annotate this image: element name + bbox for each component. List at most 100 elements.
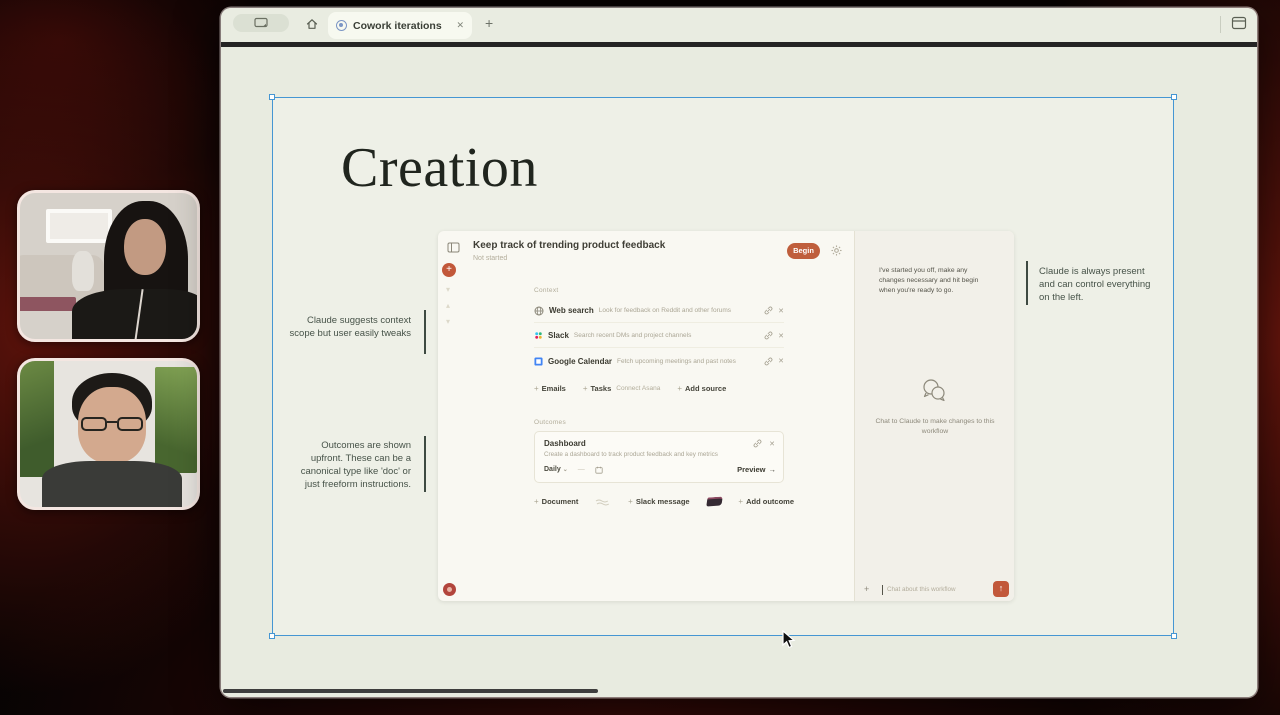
outcome-desc: Create a dashboard to track product feed… [544, 451, 776, 458]
new-tab-button[interactable]: + [485, 15, 493, 31]
tab-close-icon[interactable]: ✕ [456, 20, 464, 31]
text-caret [882, 585, 883, 595]
selection-handle[interactable] [269, 94, 275, 100]
plus-icon: + [583, 384, 588, 393]
remove-icon[interactable]: ✕ [769, 440, 775, 448]
participant-video-2[interactable] [17, 358, 200, 510]
frequency-dropdown[interactable]: Daily ⌄ [544, 466, 568, 473]
remove-icon[interactable]: ✕ [778, 307, 784, 315]
panel-toggle-button[interactable] [1231, 16, 1247, 30]
link-icon[interactable] [753, 439, 762, 448]
ghost-step-icon: ▾ [446, 317, 450, 326]
add-outcome-button[interactable]: + Add outcome [738, 497, 794, 506]
painting-right [155, 367, 197, 473]
selection-handle[interactable] [269, 633, 275, 639]
glasses [80, 417, 144, 432]
screenshare-icon [254, 17, 269, 29]
claude-avatar[interactable] [443, 583, 456, 596]
window-panel-icon [1231, 16, 1247, 30]
context-row-slack[interactable]: Slack Search recent DMs and project chan… [534, 324, 784, 348]
add-step-button[interactable]: + [442, 263, 456, 277]
selection-handle[interactable] [1171, 94, 1177, 100]
add-slack-message-button[interactable]: + Slack message [628, 497, 689, 506]
person-2-body [42, 461, 182, 510]
globe-icon [534, 306, 544, 316]
slide-frame[interactable]: Creation Claude suggests context scope b… [272, 97, 1174, 636]
add-emails-button[interactable]: + Emails [534, 384, 566, 393]
attach-plus-icon[interactable]: + [864, 584, 869, 594]
workflow-status: Not started [473, 255, 507, 262]
calendar-icon[interactable] [595, 466, 603, 474]
dash-icon: — [578, 466, 585, 473]
google-calendar-icon [534, 357, 543, 366]
context-row-google-calendar[interactable]: Google Calendar Fetch upcoming meetings … [534, 349, 784, 373]
arrow-right-icon: → [769, 465, 777, 474]
connect-asana-hint: Connect Asana [616, 385, 660, 392]
slack-icon [534, 331, 543, 340]
remove-icon[interactable]: ✕ [778, 332, 784, 340]
sidebar-toggle-icon[interactable] [447, 242, 460, 253]
annotation-line [424, 310, 426, 354]
design-canvas[interactable]: Creation Claude suggests context scope b… [221, 47, 1257, 697]
home-button[interactable] [303, 15, 321, 33]
shelf [17, 297, 76, 311]
link-icon[interactable] [764, 306, 773, 315]
source-name: Google Calendar [548, 357, 612, 366]
add-document-button[interactable]: + Document [534, 497, 578, 506]
toolbar-divider [1220, 16, 1221, 33]
source-desc: Search recent DMs and project channels [574, 332, 759, 339]
add-tasks-button[interactable]: + Tasks Connect Asana [583, 384, 660, 393]
settings-gear-icon[interactable] [831, 245, 842, 256]
outcomes-add-row: + Document + Slack message [534, 497, 794, 506]
annotation-claude: Claude is always present and can control… [1039, 265, 1151, 304]
source-desc: Fetch upcoming meetings and past notes [617, 358, 759, 365]
workflow-title: Keep track of trending product feedback [473, 240, 665, 251]
horizontal-scrollbar[interactable] [223, 689, 598, 693]
add-source-button[interactable]: + Add source [677, 384, 726, 393]
source-name: Web search [549, 306, 594, 315]
plus-icon: + [738, 497, 743, 506]
chat-input-row: + ↑ [855, 581, 1015, 599]
annotation-outcomes: Outcomes are shown upfront. These can be… [287, 439, 411, 491]
person-1-face [124, 219, 166, 275]
browser-toolbar: Cowork iterations ✕ + [221, 8, 1257, 42]
link-icon[interactable] [764, 357, 773, 366]
assistant-message: I've started you off, make any changes n… [879, 266, 985, 297]
annotation-line [424, 436, 426, 492]
video-call-window: Cowork iterations ✕ + Creation Cla [0, 0, 1280, 715]
remove-icon[interactable]: ✕ [778, 357, 784, 365]
annotation-context: Claude suggests context scope but user e… [289, 314, 411, 340]
context-heading: Context [534, 287, 559, 294]
context-row-web-search[interactable]: Web search Look for feedback on Reddit a… [534, 299, 784, 323]
painting-left [20, 361, 54, 477]
preview-button[interactable]: Preview → [737, 465, 776, 474]
plus-icon: + [534, 384, 539, 393]
claude-assistant-panel: I've started you off, make any changes n… [854, 231, 1014, 601]
outcome-dashboard-card[interactable]: Dashboard ✕ Create a dashboard to track … [534, 431, 784, 483]
statue [72, 251, 94, 291]
participant-video-1[interactable] [17, 190, 200, 342]
chevron-down-icon: ⌄ [563, 466, 568, 473]
source-name: Slack [548, 331, 569, 340]
link-icon[interactable] [764, 331, 773, 340]
ghost-step-icon: ▾ [446, 285, 450, 294]
outcome-title: Dashboard [544, 439, 586, 448]
chat-input[interactable] [885, 582, 985, 597]
collaborator-cursor [706, 496, 722, 506]
tab-cowork-iterations[interactable]: Cowork iterations ✕ [328, 12, 472, 39]
workflow-card: + ▾ ▴ ▾ Keep track of trending product f… [438, 231, 1014, 601]
slide-title: Creation [341, 136, 538, 200]
send-button[interactable]: ↑ [993, 581, 1009, 597]
assistant-empty-state: Chat to Claude to make changes to this w… [875, 417, 995, 437]
screenshare-button[interactable] [233, 14, 289, 32]
begin-button[interactable]: Begin [787, 243, 820, 259]
mouse-cursor [781, 630, 796, 650]
selection-handle[interactable] [1171, 633, 1177, 639]
scribble-icon [595, 498, 611, 506]
tab-title: Cowork iterations [353, 20, 450, 32]
annotation-line [1026, 261, 1028, 305]
home-icon [305, 17, 319, 31]
chat-bubbles-icon [919, 377, 949, 405]
outcomes-heading: Outcomes [534, 419, 566, 426]
context-add-row: + Emails + Tasks Connect Asana + Add sou… [534, 384, 794, 393]
